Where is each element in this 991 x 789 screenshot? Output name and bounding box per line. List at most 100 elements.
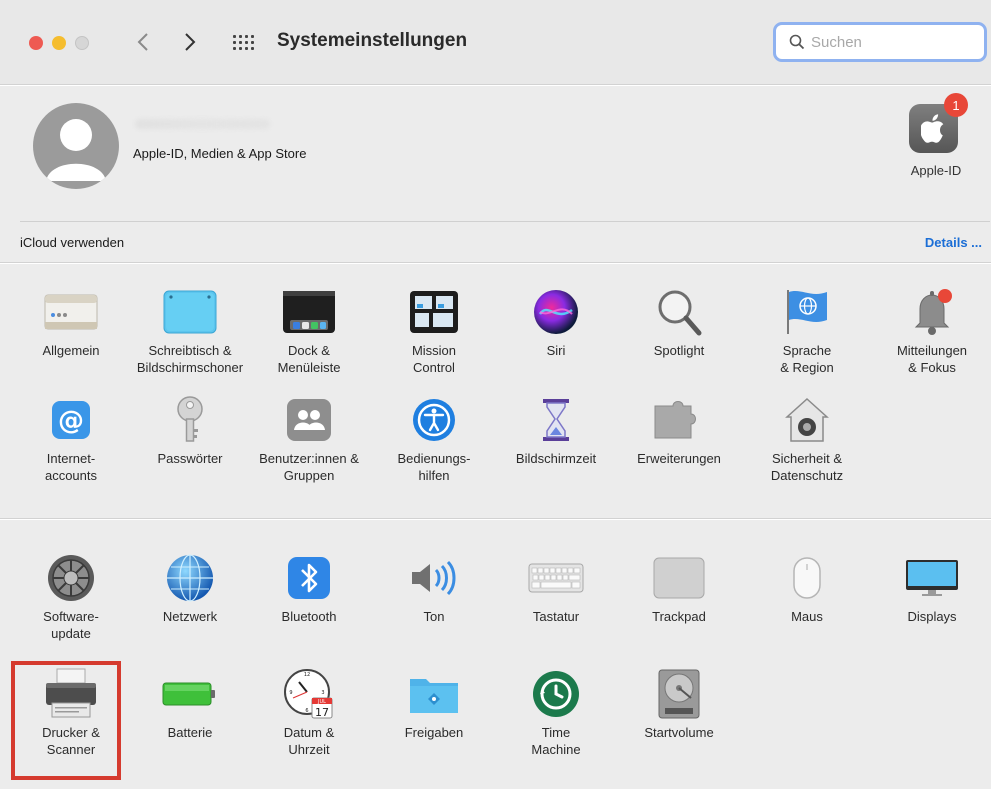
pref-bluetooth[interactable]: Bluetooth [247,550,371,625]
pref-users-groups[interactable]: Benutzer:innen & Gruppen [247,392,371,484]
preferences-section-hardware: Software- update Netzwerk Bluetooth Ton Tast… [0,520,991,789]
avatar[interactable] [33,103,119,189]
pref-label: Siri [546,343,566,358]
pref-siri[interactable]: Siri [494,284,618,359]
pref-trackpad[interactable]: Trackpad [617,550,741,625]
pref-mouse[interactable]: Maus [745,550,869,625]
pref-sound[interactable]: Ton [372,550,496,625]
pref-label: Bedienungs- hilfen [397,451,471,483]
pref-screen-time[interactable]: Bildschirmzeit [494,392,618,467]
window-title: Systemeinstellungen [277,30,468,51]
details-link[interactable]: Details ... [925,235,982,250]
pref-label: Mitteilungen & Fokus [896,343,968,375]
pref-software-update[interactable]: Software- update [9,550,133,642]
pref-label: Displays [907,609,957,624]
pref-battery[interactable]: Batterie [128,666,252,741]
pref-time-machine[interactable]: Time Machine [494,666,618,758]
bluetooth-icon [281,550,337,606]
icloud-label: iCloud verwenden [20,235,125,250]
pref-label: Sprache & Region [780,343,834,375]
svg-text:12: 12 [304,672,310,678]
mission-control-icon [406,284,462,340]
notification-badge: 1 [944,93,968,117]
extensions-icon [651,392,707,448]
spotlight-icon [651,284,707,340]
pref-label: Time Machine [531,725,581,757]
trackpad-icon [651,550,707,606]
dock-icon [281,284,337,340]
account-subtitle[interactable]: Apple-ID, Medien & App Store [133,146,306,161]
back-button[interactable] [131,26,155,58]
pref-general[interactable]: Allgemein [9,284,133,359]
pref-printer[interactable]: Drucker & Scanner [9,666,133,758]
pref-sharing[interactable]: Freigaben [372,666,496,741]
pref-notifications[interactable]: Mitteilungen & Fokus [870,284,991,376]
pref-extensions[interactable]: Erweiterungen [617,392,741,467]
forward-button[interactable] [178,26,202,58]
pref-spotlight[interactable]: Spotlight [617,284,741,359]
pref-label: Netzwerk [162,609,218,624]
pref-network[interactable]: Netzwerk [128,550,252,625]
pref-passwords[interactable]: Passwörter [128,392,252,467]
pref-mission-control[interactable]: Mission Control [372,284,496,376]
account-section: Apple-ID, Medien & App Store 1 Apple-ID … [0,86,991,263]
pref-label: Sicherheit & Datenschutz [770,451,844,483]
date-time-icon: 12 3 9 6 JUL 17 [281,666,337,722]
printer-icon [43,666,99,722]
general-icon [43,284,99,340]
svg-text:3: 3 [321,690,324,696]
pref-internet-accounts[interactable]: @ Internet- accounts [9,392,133,484]
pref-keyboard[interactable]: Tastatur [494,550,618,625]
svg-text:17: 17 [315,706,329,719]
zoom-window-button[interactable] [75,36,89,50]
pref-desktop[interactable]: Schreibtisch & Bildschirmschoner [128,284,252,376]
pref-label: Internet- accounts [44,451,98,483]
pref-label: Mission Control [411,343,457,375]
svg-text:@: @ [58,406,84,436]
svg-text:9: 9 [289,690,292,696]
screen-time-icon [528,392,584,448]
pref-security-privacy[interactable]: Sicherheit & Datenschutz [745,392,869,484]
pref-label: Bluetooth [281,609,337,624]
pref-displays[interactable]: Displays [870,550,991,625]
displays-icon [904,550,960,606]
close-window-button[interactable] [29,36,43,50]
pref-label: Batterie [167,725,213,740]
language-region-icon [779,284,835,340]
battery-icon [162,666,218,722]
pref-language-region[interactable]: Sprache & Region [745,284,869,376]
keyboard-icon [528,550,584,606]
search-field[interactable] [773,22,987,62]
user-name-redacted [135,119,270,129]
show-all-button[interactable] [232,32,254,52]
pref-label: Allgemein [42,343,100,358]
divider [20,221,990,222]
search-icon [789,34,805,50]
pref-label: Datum & Uhrzeit [283,725,335,757]
pref-label: Maus [791,609,823,624]
pref-dock[interactable]: Dock & Menüleiste [247,284,371,376]
svg-text:JUL: JUL [317,699,326,705]
toolbar: Systemeinstellungen [0,0,991,85]
pref-accessibility[interactable]: Bedienungs- hilfen [372,392,496,484]
chevron-left-icon [137,33,148,51]
security-privacy-icon [779,392,835,448]
pref-label: Trackpad [652,609,706,624]
startup-disk-icon [651,666,707,722]
pref-date-time[interactable]: 12 3 9 6 JUL 17 Datum & Uhrzeit [247,666,371,758]
pref-label: Benutzer:innen & Gruppen [259,451,359,483]
chevron-right-icon [185,33,196,51]
search-input[interactable] [811,33,971,51]
pref-startup-disk[interactable]: Startvolume [617,666,741,741]
time-machine-icon [528,666,584,722]
minimize-window-button[interactable] [52,36,66,50]
pref-label: Passwörter [157,451,223,466]
pref-label: Tastatur [532,609,580,624]
mouse-icon [779,550,835,606]
pref-label: Bildschirmzeit [515,451,597,466]
pref-label: Spotlight [653,343,705,358]
apple-id-label[interactable]: Apple-ID [898,163,974,178]
notifications-icon [904,284,960,340]
pref-label: Freigaben [404,725,464,740]
pref-label: Schreibtisch & Bildschirmschoner [136,343,244,375]
